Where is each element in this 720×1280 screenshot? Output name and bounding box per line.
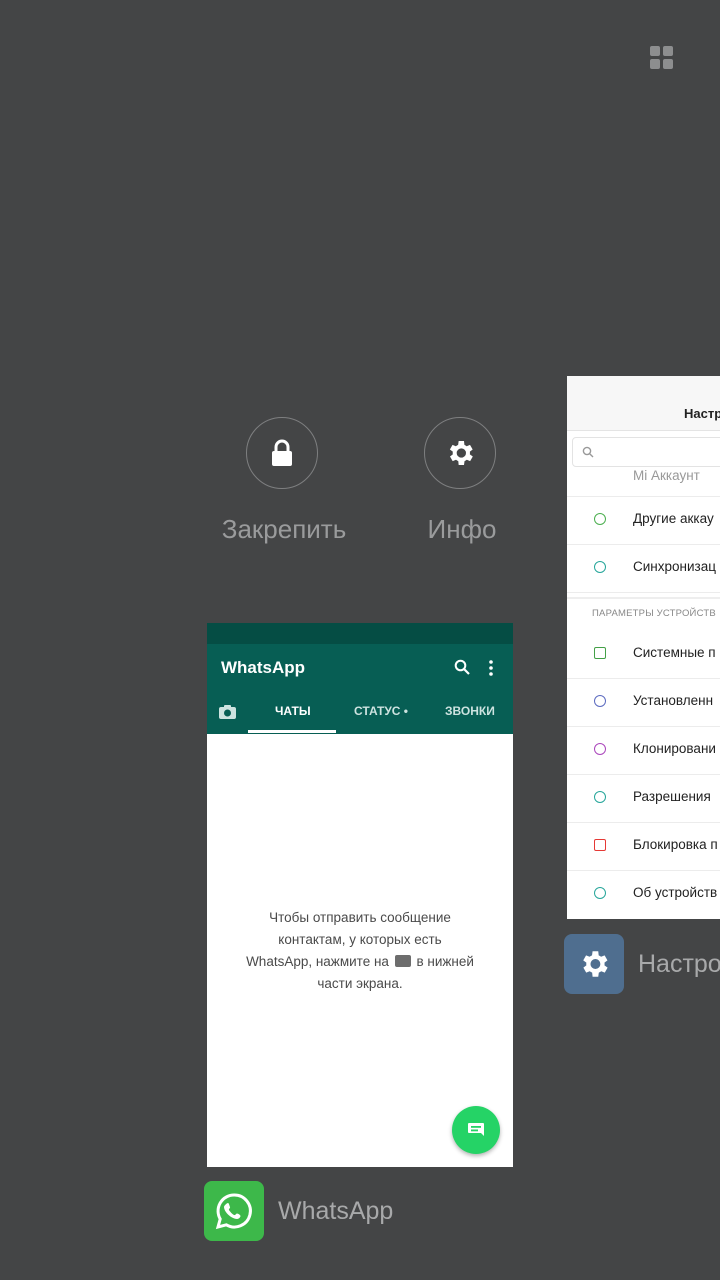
apps-grid-icon bbox=[594, 647, 606, 659]
whatsapp-app-icon[interactable] bbox=[204, 1181, 264, 1241]
tab-status: СТАТУС • bbox=[354, 704, 409, 718]
settings-row-about-device: Об устройств bbox=[567, 870, 720, 918]
whatsapp-recent-card[interactable]: WhatsApp ЧАТЫ СТАТУС • ЗВОНКИ Чтобы отпр… bbox=[207, 623, 513, 1167]
gear-icon bbox=[583, 951, 608, 977]
info-button[interactable] bbox=[424, 417, 496, 489]
gear-icon bbox=[449, 441, 473, 465]
status-bar bbox=[207, 623, 513, 644]
settings-row-dual-apps: Клонировани bbox=[567, 726, 720, 775]
new-chat-fab bbox=[452, 1106, 500, 1154]
info-icon bbox=[594, 887, 606, 899]
settings-app-icon[interactable] bbox=[564, 934, 624, 994]
settings-row-system-apps: Системные п bbox=[567, 630, 720, 679]
whatsapp-logo-icon bbox=[215, 1193, 252, 1230]
info-label: Инфо bbox=[427, 514, 497, 544]
new-chat-inline-icon bbox=[394, 955, 411, 967]
camera-icon bbox=[219, 705, 236, 719]
sync-icon bbox=[594, 561, 606, 573]
tab-calls: ЗВОНКИ bbox=[445, 704, 495, 718]
settings-header: Настр bbox=[567, 376, 720, 431]
whatsapp-title: WhatsApp bbox=[221, 658, 306, 677]
lock-button[interactable] bbox=[246, 417, 318, 489]
grid-view-icon[interactable] bbox=[650, 46, 674, 70]
whatsapp-app-label: WhatsApp bbox=[278, 1197, 394, 1225]
settings-row-app-lock: Блокировка п bbox=[567, 822, 720, 871]
settings-search-field bbox=[572, 437, 720, 467]
search-icon bbox=[582, 446, 594, 458]
clone-icon bbox=[594, 743, 606, 755]
empty-chats-message: Чтобы отправить сообщение контактам, у к… bbox=[246, 910, 474, 991]
more-vert-icon bbox=[489, 660, 493, 676]
settings-row-installed-apps: Установленн bbox=[567, 678, 720, 727]
settings-row-permissions: Разрешения bbox=[567, 774, 720, 823]
section-divider bbox=[567, 597, 720, 599]
message-icon bbox=[468, 1123, 484, 1136]
section-header-device: ПАРАМЕТРЫ УСТРОЙСТВ bbox=[592, 608, 716, 619]
whatsapp-tabs: ЧАТЫ СТАТУС • ЗВОНКИ bbox=[207, 692, 513, 734]
settings-app-label: Настро bbox=[638, 950, 720, 978]
settings-title: Настр bbox=[684, 406, 720, 421]
settings-row-sync: Синхронизац bbox=[567, 544, 720, 593]
settings-row-mi-account: Mi Аккаунт bbox=[567, 464, 720, 497]
settings-row-other-accounts: Другие аккау bbox=[567, 496, 720, 545]
search-icon bbox=[454, 659, 470, 675]
tab-indicator bbox=[248, 730, 336, 733]
settings-recent-card[interactable]: Настр Mi Аккаунт Другие аккау Синхрониза… bbox=[567, 376, 720, 919]
lock-icon bbox=[272, 439, 292, 466]
lock-label: Закрепить bbox=[221, 514, 347, 544]
account-icon bbox=[594, 513, 606, 525]
whatsapp-toolbar: WhatsApp bbox=[207, 644, 513, 692]
permissions-icon bbox=[594, 791, 606, 803]
more-horiz-icon bbox=[594, 695, 606, 707]
tab-chats: ЧАТЫ bbox=[275, 704, 311, 718]
shield-icon bbox=[594, 839, 606, 851]
